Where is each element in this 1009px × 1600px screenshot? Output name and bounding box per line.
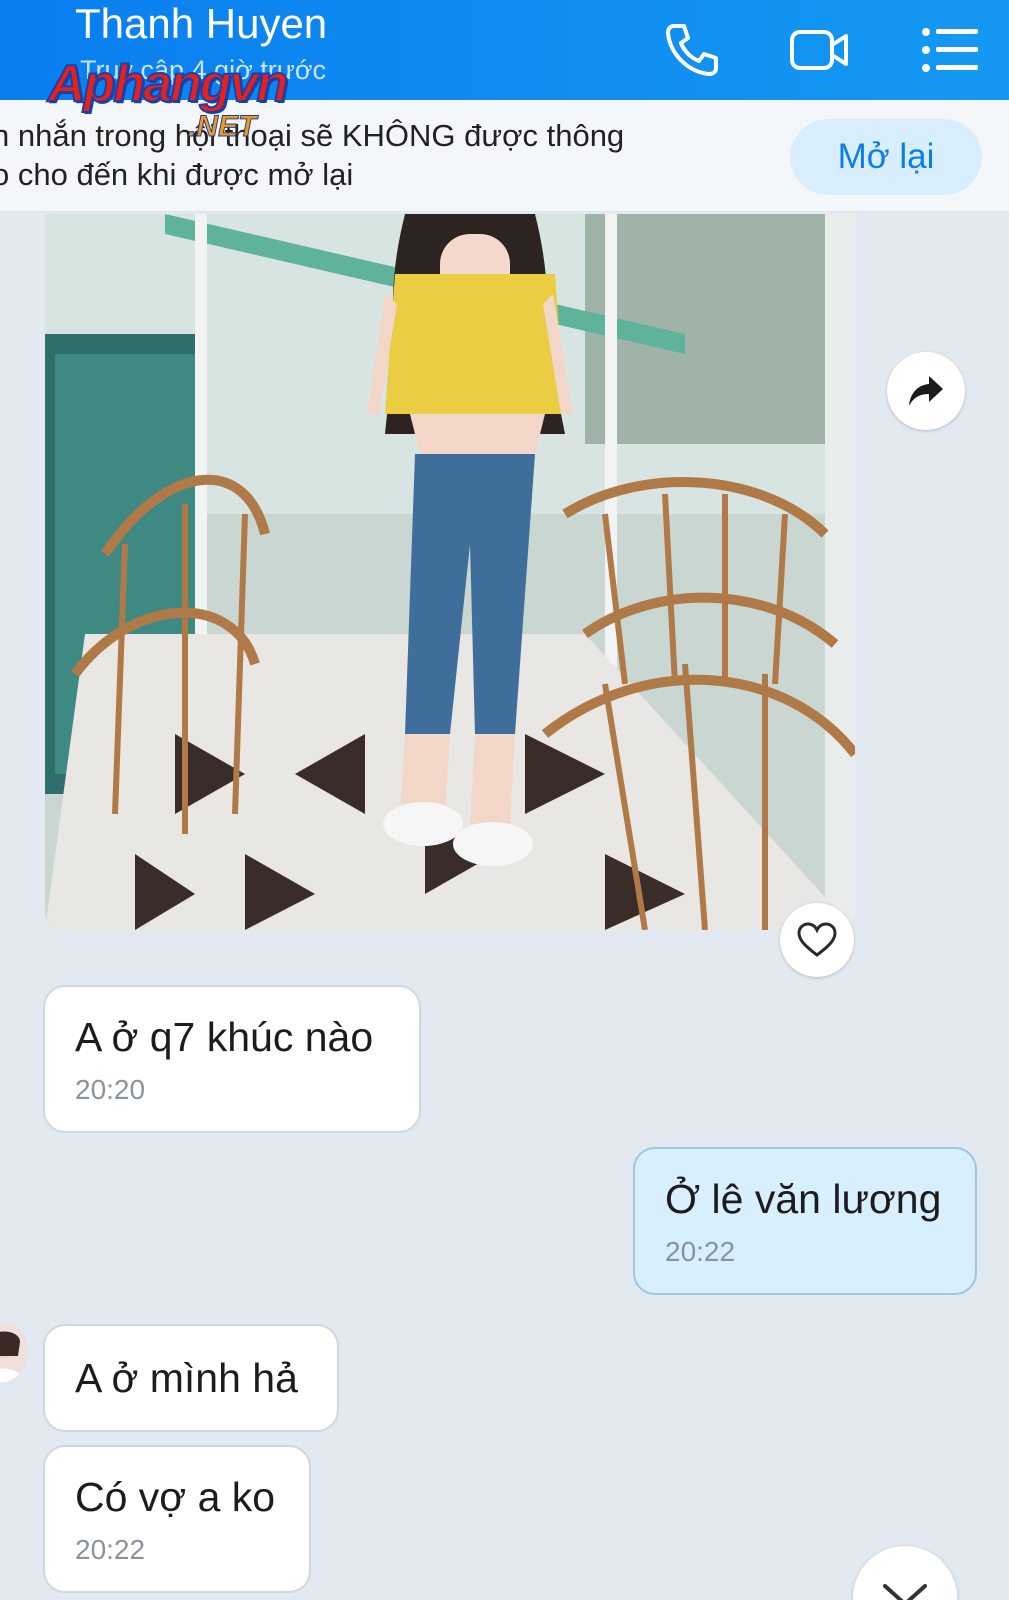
share-icon[interactable] [887, 352, 965, 430]
chevron-down-icon [883, 1584, 927, 1600]
image-message[interactable] [45, 214, 855, 930]
mute-notice-line-1: n nhắn trong hội thoại sẽ KHÔNG được thô… [0, 118, 625, 153]
contact-avatar[interactable] [0, 1322, 28, 1382]
scroll-down-button[interactable] [853, 1546, 957, 1600]
contact-name[interactable]: Thanh Huyen [75, 0, 327, 48]
message-bubble-contact[interactable]: A ở mình hả [43, 1324, 339, 1432]
chat-screen: Thanh Huyen Truy cập 4 giờ trước n nhắn … [0, 0, 1009, 1600]
phone-icon[interactable] [660, 18, 724, 82]
menu-icon[interactable] [918, 18, 982, 82]
chat-header: Thanh Huyen Truy cập 4 giờ trước [0, 0, 1009, 100]
message-time: 20:22 [665, 1236, 736, 1267]
reopen-button[interactable]: Mở lại [790, 119, 982, 195]
message-time: 20:20 [75, 1074, 146, 1105]
mute-notice-line-2: o cho đến khi được mở lại [0, 157, 354, 192]
last-seen-status: Truy cập 4 giờ trước [80, 55, 327, 85]
message-text: A ở q7 khúc nào [75, 1014, 374, 1060]
message-bubble-contact[interactable]: A ở q7 khúc nào 20:20 [43, 985, 421, 1133]
message-bubble-me[interactable]: Ở lê văn lương 20:22 [633, 1147, 977, 1295]
message-text: Ở lê văn lương [665, 1176, 942, 1222]
message-text: Có vợ a ko [75, 1474, 276, 1520]
message-time: 20:22 [75, 1534, 146, 1565]
heart-icon[interactable] [780, 903, 854, 977]
message-text: A ở mình hả [75, 1355, 298, 1401]
message-bubble-contact[interactable]: Có vợ a ko 20:22 [43, 1445, 311, 1593]
video-call-icon[interactable] [788, 18, 852, 82]
